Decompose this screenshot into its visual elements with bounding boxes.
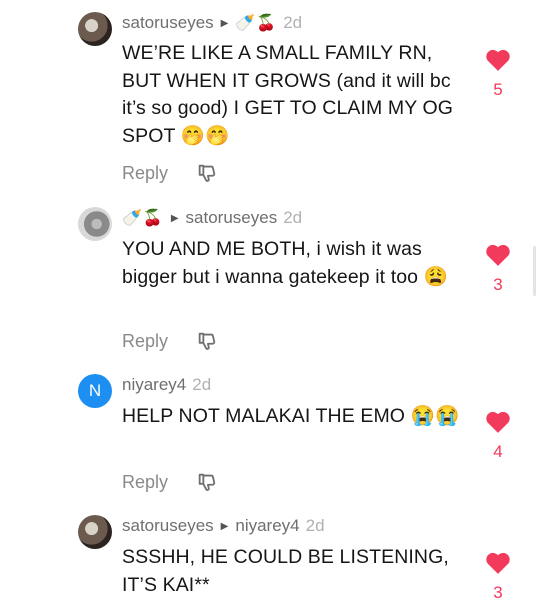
dislike-icon[interactable]: [196, 330, 218, 352]
like-button[interactable]: 4: [484, 410, 512, 462]
comment-actions: Reply: [122, 330, 218, 352]
dislike-icon[interactable]: [196, 162, 218, 184]
scrollbar[interactable]: [533, 246, 536, 296]
reply-button[interactable]: Reply: [122, 331, 168, 352]
like-button[interactable]: 3: [484, 551, 512, 603]
timestamp: 2d: [192, 375, 212, 394]
comment-meta: satoruseyes ▶ niyarey4 2d: [122, 516, 325, 536]
like-button[interactable]: 3: [484, 243, 512, 295]
comment-meta: niyarey4 2d: [122, 375, 211, 395]
avatar[interactable]: N: [78, 374, 112, 408]
comment-meta: satoruseyes ▶ 🍼🍒 2d: [122, 13, 302, 33]
dislike-icon[interactable]: [196, 471, 218, 493]
heart-icon: [486, 49, 510, 71]
reply-target-emojis[interactable]: 🍼🍒: [235, 13, 277, 33]
comment-actions: Reply: [122, 471, 218, 493]
timestamp: 2d: [283, 13, 303, 32]
reply-arrow-icon: ▶: [170, 212, 179, 224]
reply-target[interactable]: satoruseyes: [186, 208, 278, 228]
like-count: 3: [493, 583, 503, 602]
avatar[interactable]: [78, 515, 112, 549]
comment-text: YOU AND ME BOTH, i wish it was bigger bu…: [122, 238, 449, 288]
comment-text: WE’RE LIKE A SMALL FAMILY RN, BUT WHEN I…: [122, 42, 454, 147]
comment-text: HELP NOT MALAKAI THE EMO 😭😭: [122, 405, 460, 427]
timestamp: 2d: [283, 208, 303, 227]
like-count: 4: [493, 442, 503, 461]
reply-arrow-icon: ▶: [220, 520, 229, 532]
username[interactable]: satoruseyes: [122, 13, 214, 33]
timestamp: 2d: [305, 516, 325, 535]
like-count: 3: [493, 275, 503, 294]
reply-button[interactable]: Reply: [122, 163, 168, 184]
comment-actions: Reply: [122, 162, 218, 184]
like-button[interactable]: 5: [484, 48, 512, 100]
comment-meta: 🍼🍒 ▶ satoruseyes 2d: [122, 208, 302, 228]
heart-icon: [486, 552, 510, 574]
like-count: 5: [493, 80, 503, 99]
reply-arrow-icon: ▶: [220, 17, 229, 29]
heart-icon: [486, 411, 510, 433]
comment-text: SSSHH, HE COULD BE LISTENING, IT’S KAI**: [122, 546, 449, 596]
avatar[interactable]: [78, 207, 112, 241]
avatar[interactable]: [78, 12, 112, 46]
username[interactable]: 🍼🍒: [122, 208, 164, 228]
heart-icon: [486, 244, 510, 266]
reply-button[interactable]: Reply: [122, 472, 168, 493]
username[interactable]: satoruseyes: [122, 516, 214, 536]
username[interactable]: niyarey4: [122, 375, 186, 395]
reply-target[interactable]: niyarey4: [235, 516, 299, 536]
